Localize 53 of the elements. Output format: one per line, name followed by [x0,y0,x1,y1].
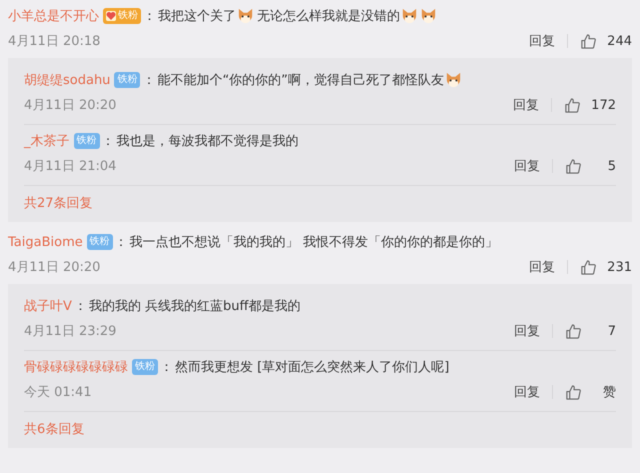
like-count: 赞 [602,384,616,401]
cat-emoji-icon [419,6,438,26]
cat-emoji-icon [400,6,419,26]
colon: ： [74,298,87,315]
thumbs-up-icon[interactable] [565,384,582,400]
comment-text: 我也是，每波我都不觉得是我的 [116,133,298,150]
reply-link[interactable]: 回复 [529,32,556,50]
timestamp: 今天 01:41 [24,384,92,401]
colon: ： [142,72,156,89]
fan-badge: 铁粉 [74,133,100,149]
timestamp: 4月11日 20:20 [8,259,100,276]
comment-text: 然而我更想发 [草对面怎么突然来人了你们人呢] [175,359,450,376]
reply-link[interactable]: 回复 [513,96,540,114]
username[interactable]: 小羊总是不开心 [8,7,99,25]
reply-link[interactable]: 回复 [514,322,540,340]
fan-badge: 铁粉 [103,8,141,24]
comment-text: 我一点也不想说「我的我的」 我恨不得发「你的你的都是你的」 [130,234,498,251]
username[interactable]: _木茶子 [24,132,70,150]
thumbs-up-icon[interactable] [564,96,582,114]
like-count: 7 [606,324,616,338]
username[interactable]: 战子叶V [24,297,72,315]
timestamp: 4月11日 21:04 [24,158,116,175]
cat-emoji-icon [236,6,255,26]
username[interactable]: TaigaBiome [8,234,83,250]
fan-badge: 铁粉 [86,234,113,250]
reply-link[interactable]: 回复 [529,258,556,276]
like-count: 231 [607,260,632,274]
comment-text: 我把这个关了 [158,8,236,25]
comment-text: 能不能加个“你的你的”啊，觉得自己死了都怪队友 [157,72,444,89]
thumbs-up-icon[interactable] [580,32,598,50]
like-count: 244 [607,34,632,48]
fan-badge: 铁粉 [132,359,158,375]
thumbs-up-icon[interactable] [565,322,582,340]
comment-text: 无论怎么样我就是没错的 [257,8,400,25]
username[interactable]: 胡缇缇sodahu [24,71,110,89]
fan-badge: 铁粉 [114,72,140,88]
more-replies-link[interactable]: 共27条回复 [24,186,93,216]
more-replies-link[interactable]: 共6条回复 [24,412,84,442]
colon: ： [114,234,128,251]
reply-link[interactable]: 回复 [514,157,540,175]
timestamp: 4月11日 20:18 [8,33,100,50]
comment-text: 我的我的 兵线我的红蓝buff都是我的 [88,298,300,315]
timestamp: 4月11日 23:29 [24,323,116,340]
thumbs-up-icon[interactable] [565,158,582,174]
colon: ： [102,133,114,150]
colon: ： [160,359,173,376]
username[interactable]: 骨碌碌碌碌碌碌碌 [24,358,128,376]
timestamp: 4月11日 20:20 [24,97,116,114]
like-count: 172 [591,98,616,112]
colon: ： [143,8,156,25]
like-count: 5 [606,158,616,174]
reply-link[interactable]: 回复 [514,383,540,401]
thumbs-up-icon[interactable] [580,258,598,276]
